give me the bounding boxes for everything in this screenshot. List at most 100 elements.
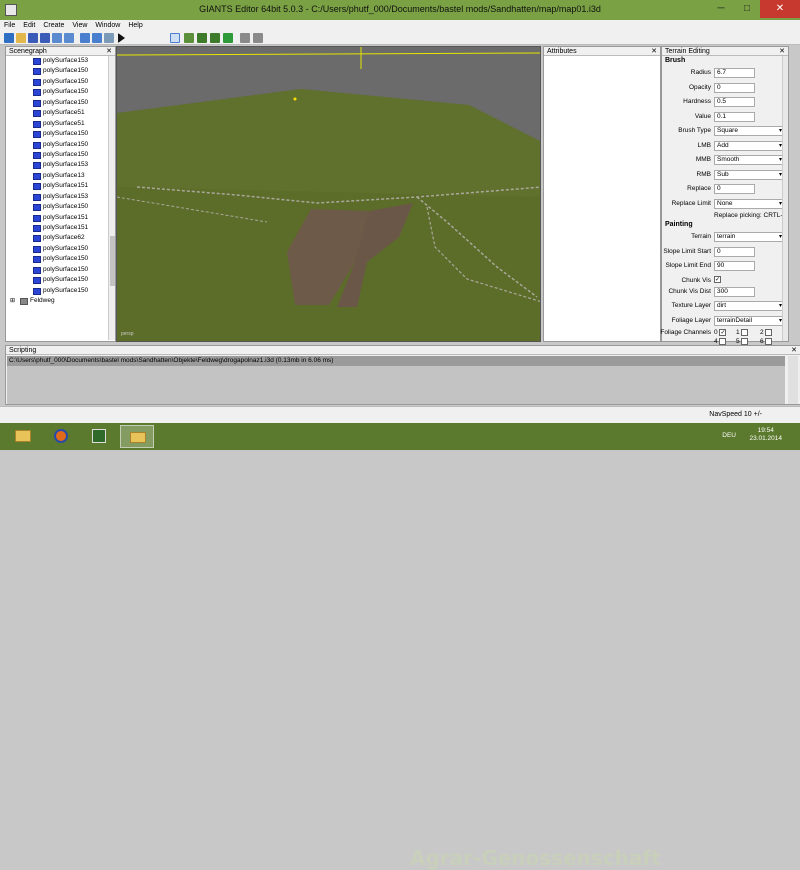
brush-type-select[interactable]: Square ▾ xyxy=(714,126,785,136)
firefox-icon[interactable] xyxy=(44,425,78,448)
script-input[interactable] xyxy=(7,366,785,404)
settings-icon[interactable] xyxy=(253,33,263,43)
open-icon[interactable] xyxy=(16,33,26,43)
channel-2-checkbox[interactable] xyxy=(765,328,773,336)
language-indicator[interactable]: DEU xyxy=(722,432,736,439)
import-icon[interactable] xyxy=(52,33,62,43)
scenegraph-item[interactable]: polySurface150 xyxy=(6,98,109,108)
channel-1-checkbox[interactable] xyxy=(741,328,749,336)
scenegraph-item-label: polySurface153 xyxy=(43,57,89,64)
opacity-input[interactable]: 0 xyxy=(714,82,755,93)
scripting-scrollbar[interactable] xyxy=(788,356,798,404)
terrain-scrollbar[interactable] xyxy=(782,56,788,341)
replace-picking-hint: Replace picking: CRTL-R xyxy=(714,212,788,219)
brush-type-label: Brush Type xyxy=(678,127,711,134)
save-all-icon[interactable] xyxy=(40,33,50,43)
radius-input[interactable]: 6.7 xyxy=(714,68,755,78)
terrain-editing-close-icon[interactable]: ✕ xyxy=(779,47,785,56)
scenegraph-item[interactable]: polySurface51 xyxy=(6,108,109,118)
undo-icon[interactable] xyxy=(80,33,90,43)
texture-layer-select[interactable]: dirt ▾ xyxy=(714,301,785,311)
window-title: GIANTS Editor 64bit 5.0.3 - C:/Users/phu… xyxy=(199,4,601,14)
close-button[interactable]: ✕ xyxy=(760,0,800,18)
expand-icon[interactable]: ⊞ xyxy=(10,296,15,306)
scenegraph-item[interactable]: polySurface151 xyxy=(6,181,109,191)
replace-limit-select[interactable]: None ▾ xyxy=(714,198,785,209)
grass-icon[interactable] xyxy=(223,33,233,43)
scenegraph-item[interactable]: polySurface150 xyxy=(6,66,109,76)
lmb-select[interactable]: Add ▾ xyxy=(714,140,785,151)
giants-editor-icon[interactable] xyxy=(82,425,116,448)
terrain-render[interactable] xyxy=(117,47,541,342)
cube-icon xyxy=(33,245,41,253)
scenegraph-item[interactable]: polySurface51 xyxy=(6,119,109,129)
scrollbar-thumb[interactable] xyxy=(110,236,115,286)
channel-6-checkbox[interactable] xyxy=(765,337,773,345)
scripting-close-icon[interactable]: ✕ xyxy=(791,346,797,355)
snap-icon[interactable] xyxy=(240,33,250,43)
save-icon[interactable] xyxy=(28,33,38,43)
scenegraph-item[interactable]: polySurface153 xyxy=(6,56,109,66)
maximize-button[interactable]: □ xyxy=(734,0,760,18)
new-icon[interactable] xyxy=(4,33,14,43)
refresh-icon[interactable] xyxy=(104,33,114,43)
channel-0-checkbox[interactable]: ✓ xyxy=(719,328,727,336)
rmb-select[interactable]: Sub ▾ xyxy=(714,169,785,180)
slope-start-input[interactable]: 0 xyxy=(714,246,755,257)
slope-end-input[interactable]: 90 xyxy=(714,261,755,271)
clock[interactable]: 19:54 23.01.2014 xyxy=(749,427,782,443)
foliage-layer-select[interactable]: terrainDetail ▾ xyxy=(714,315,785,326)
replace-input[interactable]: 0 xyxy=(714,184,755,194)
terrain-sculpt-icon[interactable] xyxy=(184,33,194,43)
scenegraph-item[interactable]: polySurface150 xyxy=(6,150,109,160)
menu-edit[interactable]: Edit xyxy=(19,20,39,31)
play-icon[interactable] xyxy=(118,33,125,43)
scenegraph-item[interactable]: polySurface150 xyxy=(6,275,109,285)
value-input[interactable]: 0.1 xyxy=(714,111,755,122)
terrain-select[interactable]: terrain ▾ xyxy=(714,232,785,242)
scenegraph-item[interactable]: polySurface150 xyxy=(6,77,109,87)
terrain-paint-icon[interactable] xyxy=(197,33,207,43)
scenegraph-item[interactable]: polySurface150 xyxy=(6,87,109,97)
scenegraph-item[interactable]: polySurface150 xyxy=(6,244,109,254)
redo-icon[interactable] xyxy=(92,33,102,43)
scenegraph-item[interactable]: polySurface150 xyxy=(6,265,109,275)
scenegraph-item[interactable]: polySurface62 xyxy=(6,233,109,243)
attributes-close-icon[interactable]: ✕ xyxy=(651,47,657,56)
menu-file[interactable]: File xyxy=(0,20,19,31)
menu-help[interactable]: Help xyxy=(124,20,146,31)
folder-icon[interactable] xyxy=(120,425,154,448)
3d-viewport[interactable]: persp xyxy=(116,46,541,342)
channel-5-checkbox[interactable] xyxy=(741,337,749,345)
chunk-vis-dist-input[interactable]: 300 xyxy=(714,286,755,297)
mmb-select[interactable]: Smooth ▾ xyxy=(714,155,785,165)
scenegraph-tree[interactable]: polySurface153 polySurface150 polySurface1… xyxy=(6,56,109,340)
scenegraph-item[interactable]: polySurface150 xyxy=(6,286,109,296)
scenegraph-item[interactable]: polySurface150 xyxy=(6,254,109,264)
scenegraph-item[interactable]: polySurface153 xyxy=(6,192,109,202)
scenegraph-group[interactable]: ⊞ Feldweg xyxy=(6,296,109,306)
export-icon[interactable] xyxy=(64,33,74,43)
menu-view[interactable]: View xyxy=(68,20,91,31)
scenegraph-item[interactable]: polySurface153 xyxy=(6,160,109,170)
menu-window[interactable]: Window xyxy=(91,20,124,31)
scenegraph-scrollbar[interactable] xyxy=(108,56,115,340)
scenegraph-item[interactable]: polySurface151 xyxy=(6,223,109,233)
file-explorer-icon[interactable] xyxy=(6,425,40,448)
hardness-input[interactable]: 0.5 xyxy=(714,97,755,107)
scenegraph-item[interactable]: polySurface151 xyxy=(6,213,109,223)
minimize-button[interactable]: ─ xyxy=(708,0,734,18)
scenegraph-item-label: polySurface150 xyxy=(43,265,89,273)
channel-4-checkbox[interactable] xyxy=(719,337,727,345)
scenegraph-close-icon[interactable]: ✕ xyxy=(106,47,112,56)
scenegraph-item[interactable]: polySurface150 xyxy=(6,129,109,139)
foliage-paint-icon[interactable] xyxy=(210,33,220,43)
scenegraph-item[interactable]: polySurface150 xyxy=(6,202,109,212)
scenegraph-item-label: polySurface150 xyxy=(43,88,89,96)
menu-create[interactable]: Create xyxy=(39,20,68,31)
chunk-vis-checkbox[interactable]: ✓ xyxy=(714,275,721,283)
scenegraph-item[interactable]: polySurface13 xyxy=(6,171,109,181)
select-icon[interactable] xyxy=(170,33,180,43)
cube-icon xyxy=(33,172,41,180)
scenegraph-item[interactable]: polySurface150 xyxy=(6,140,109,150)
